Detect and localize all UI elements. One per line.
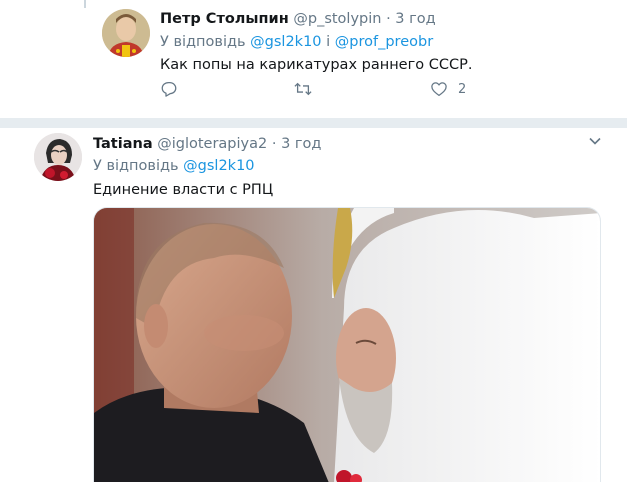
- user-handle[interactable]: @igloterapiya2: [157, 136, 267, 152]
- reply-context: У відповідь @gsl2k10: [93, 156, 255, 176]
- tweet-text: Как попы на карикатурах раннего СССР.: [160, 57, 473, 73]
- tweet-header: Tatiana @igloterapiya2 · 3 год: [93, 134, 321, 154]
- reply-icon: [161, 81, 177, 97]
- separator-dot: ·: [386, 11, 391, 27]
- tweet-actions: 2: [160, 79, 520, 99]
- retweet-button[interactable]: [293, 79, 313, 99]
- thread-line: [84, 0, 86, 8]
- reply-button[interactable]: [160, 79, 178, 99]
- user-handle[interactable]: @p_stolypin: [293, 11, 381, 27]
- timestamp[interactable]: 3 год: [281, 136, 321, 152]
- tweet-photo[interactable]: [93, 207, 601, 482]
- reply-prefix: У відповідь: [93, 158, 179, 174]
- tweet-header: Петр Столыпин @p_stolypin · 3 год: [160, 9, 436, 29]
- reply-context: У відповідь @gsl2k10 і @prof_preobr: [160, 32, 433, 52]
- chevron-down-icon[interactable]: [588, 136, 602, 146]
- separator-dot: ·: [271, 136, 277, 152]
- tweet-separator: [0, 118, 627, 128]
- like-button[interactable]: 2: [430, 79, 466, 99]
- mention-link[interactable]: @prof_preobr: [335, 34, 433, 50]
- reply-prefix: У відповідь: [160, 34, 246, 50]
- retweet-icon: [294, 82, 312, 96]
- user-name[interactable]: Петр Столыпин: [160, 11, 289, 27]
- like-count: 2: [458, 81, 467, 97]
- heart-icon: [431, 82, 447, 97]
- timestamp[interactable]: 3 год: [395, 11, 435, 27]
- user-name[interactable]: Tatiana: [93, 136, 153, 152]
- avatar[interactable]: [102, 9, 150, 57]
- tweet-stolypin[interactable]: Петр Столыпин @p_stolypin · 3 год У відп…: [0, 0, 627, 118]
- mention-link[interactable]: @gsl2k10: [250, 34, 321, 50]
- reply-join: і: [326, 34, 331, 50]
- avatar[interactable]: [34, 133, 82, 181]
- mention-link[interactable]: @gsl2k10: [183, 158, 254, 174]
- tweet-text: Единение власти с РПЦ: [93, 182, 274, 198]
